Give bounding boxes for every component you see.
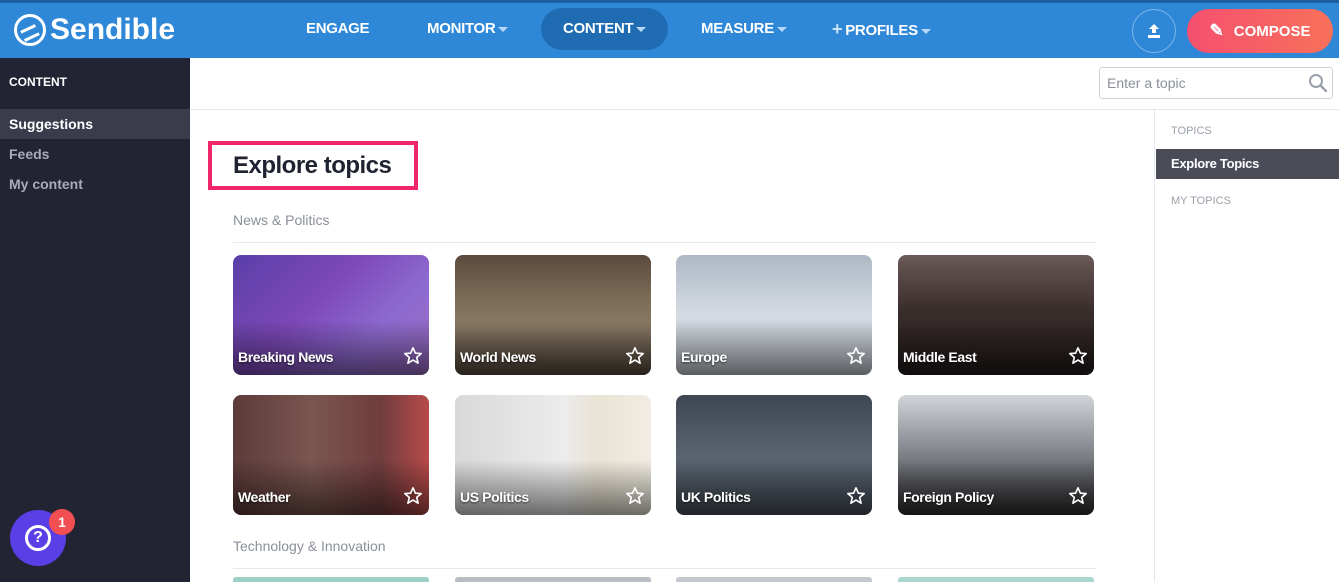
topic-card-uk-politics[interactable]: UK Politics xyxy=(676,395,872,515)
sendible-logo-icon xyxy=(14,14,46,46)
topic-card-label: World News xyxy=(460,349,536,365)
topic-card-foreign-policy[interactable]: Foreign Policy xyxy=(898,395,1094,515)
sidebar-item-label: Feeds xyxy=(9,146,50,162)
card-shade xyxy=(898,460,1094,515)
topic-card-label: Europe xyxy=(681,349,727,365)
nav-monitor-label: MONITOR xyxy=(427,20,496,37)
topics-heading: TOPICS xyxy=(1171,125,1212,137)
upload-icon xyxy=(1148,24,1160,38)
sidebar-item-feeds[interactable]: Feeds xyxy=(0,139,190,169)
star-icon[interactable] xyxy=(1068,346,1088,366)
nav-profiles[interactable]: + PROFILES xyxy=(810,8,953,50)
sidebar-item-label: Suggestions xyxy=(9,116,94,132)
section-label-news-politics: News & Politics xyxy=(233,212,330,228)
sidebar-heading: CONTENT xyxy=(9,75,67,89)
card-shade xyxy=(233,460,429,515)
chevron-down-icon xyxy=(776,26,787,32)
my-topics-heading: MY TOPICS xyxy=(1171,195,1231,207)
star-icon[interactable] xyxy=(625,486,645,506)
nav-content[interactable]: CONTENT xyxy=(541,8,669,50)
topic-card-label: Weather xyxy=(238,489,291,505)
nav-profiles-label: PROFILES xyxy=(845,22,918,39)
nav-engage-label: ENGAGE xyxy=(306,20,370,37)
sidebar-item-my-content[interactable]: My content xyxy=(0,169,190,199)
nav-monitor[interactable]: MONITOR xyxy=(405,8,530,50)
chevron-down-icon xyxy=(636,26,647,32)
topic-card-us-politics[interactable]: US Politics xyxy=(455,395,651,515)
upload-button[interactable] xyxy=(1132,9,1176,53)
topic-card-partial[interactable] xyxy=(233,577,429,582)
section-divider xyxy=(233,242,1096,243)
app-window: Sendible ENGAGE MONITOR CONTENT MEASURE … xyxy=(0,0,1339,582)
compose-label: COMPOSE xyxy=(1233,22,1311,40)
card-shade xyxy=(455,460,651,515)
topic-card-label: Middle East xyxy=(903,349,977,365)
topics-panel: TOPICS Explore Topics MY TOPICS xyxy=(1154,110,1339,582)
card-shade xyxy=(676,320,872,375)
topic-card-middle-east[interactable]: Middle East xyxy=(898,255,1094,375)
chevron-down-icon xyxy=(920,28,931,34)
compose-button[interactable]: ✎ COMPOSE xyxy=(1187,9,1333,53)
plus-icon: + xyxy=(832,19,843,39)
section-divider xyxy=(233,568,1096,569)
nav-engage[interactable]: ENGAGE xyxy=(284,8,391,50)
sidebar-item-label: My content xyxy=(9,176,83,192)
topic-card-partial[interactable] xyxy=(676,577,872,582)
card-shade xyxy=(898,320,1094,375)
explore-topics-label: Explore Topics xyxy=(1171,156,1260,171)
card-shade xyxy=(455,320,651,375)
star-icon[interactable] xyxy=(846,486,866,506)
topic-card-weather[interactable]: Weather xyxy=(233,395,429,515)
nav-measure[interactable]: MEASURE xyxy=(679,8,809,50)
notification-badge: 1 xyxy=(49,509,75,535)
chevron-down-icon xyxy=(498,26,509,32)
section-label-technology: Technology & Innovation xyxy=(233,538,386,554)
nav-measure-label: MEASURE xyxy=(701,20,774,37)
topic-card-partial[interactable] xyxy=(455,577,651,582)
nav-content-label: CONTENT xyxy=(563,20,634,37)
topic-card-europe[interactable]: Europe xyxy=(676,255,872,375)
topic-card-world-news[interactable]: World News xyxy=(455,255,651,375)
topic-card-label: UK Politics xyxy=(681,489,751,505)
sendible-logo[interactable]: Sendible xyxy=(14,12,175,48)
page-title: Explore topics xyxy=(233,152,392,179)
star-icon[interactable] xyxy=(403,486,423,506)
sidebar-item-suggestions[interactable]: Suggestions xyxy=(0,109,190,139)
search-icon[interactable] xyxy=(1308,73,1328,93)
logo-text: Sendible xyxy=(50,13,176,46)
question-icon: ? xyxy=(25,525,51,551)
topic-card-breaking-news[interactable]: Breaking News xyxy=(233,255,429,375)
star-icon[interactable] xyxy=(625,346,645,366)
topic-search-box xyxy=(1099,67,1333,99)
topic-card-label: Breaking News xyxy=(238,349,334,365)
card-shade xyxy=(676,460,872,515)
explore-topics-item[interactable]: Explore Topics xyxy=(1156,149,1339,179)
topic-card-label: US Politics xyxy=(460,489,529,505)
top-nav-bar: Sendible ENGAGE MONITOR CONTENT MEASURE … xyxy=(0,0,1339,58)
card-shade xyxy=(233,320,429,375)
star-icon[interactable] xyxy=(1068,486,1088,506)
topic-card-label: Foreign Policy xyxy=(903,489,994,505)
topic-card-partial[interactable] xyxy=(898,577,1094,582)
star-icon[interactable] xyxy=(846,346,866,366)
pencil-icon: ✎ xyxy=(1209,21,1224,40)
left-sidebar: CONTENT Suggestions Feeds My content xyxy=(0,58,190,582)
topic-search-input[interactable] xyxy=(1100,68,1300,98)
star-icon[interactable] xyxy=(403,346,423,366)
